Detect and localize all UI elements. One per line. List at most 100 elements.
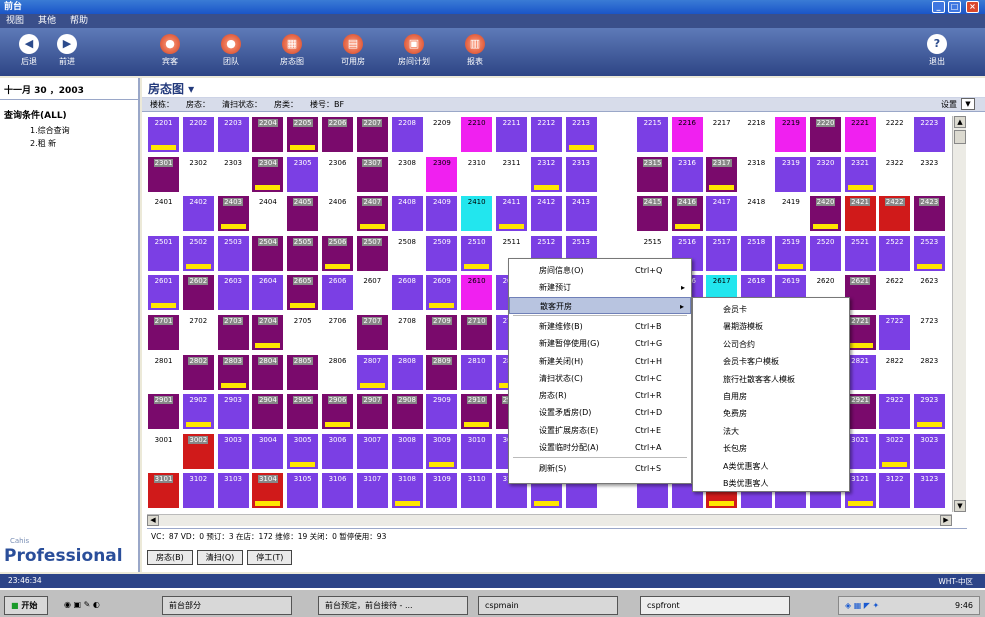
room-cell[interactable]: 2802 — [181, 353, 215, 391]
room-cell[interactable]: 2507 — [355, 234, 389, 272]
filter-room-state[interactable]: 房态： — [186, 99, 210, 110]
room-cell[interactable]: 2909 — [425, 393, 459, 431]
room-cell[interactable]: 2804 — [251, 353, 285, 391]
room-cell[interactable]: 3101 — [147, 472, 180, 510]
room-cell[interactable]: 2422 — [878, 195, 912, 233]
submenu-item[interactable]: 自用房 — [693, 388, 849, 405]
query-item[interactable]: 2.租 新 — [0, 136, 138, 149]
room-cell[interactable]: 2608 — [390, 274, 424, 312]
vertical-scrollbar[interactable]: ▲ ▼ — [952, 116, 966, 512]
room-cell[interactable]: 2704 — [251, 314, 285, 351]
room-cell[interactable]: 2318 — [739, 155, 773, 193]
room-cell[interactable]: 3007 — [355, 432, 389, 470]
room-cell[interactable]: 2805 — [286, 353, 320, 391]
toolbar-back-button[interactable]: ◀ 后退 — [12, 34, 46, 67]
room-cell[interactable]: 2910 — [460, 393, 494, 431]
room-cell[interactable]: 2806 — [321, 353, 354, 391]
toolbar-exit-button[interactable]: ? 退出 — [920, 34, 954, 67]
room-cell[interactable]: 3102 — [181, 472, 215, 510]
room-cell[interactable]: 2502 — [181, 234, 215, 272]
submenu-item[interactable]: 会员卡客户模板 — [693, 353, 849, 370]
room-cell[interactable]: 2923 — [912, 393, 946, 431]
room-cell[interactable]: 3109 — [425, 472, 459, 510]
room-cell[interactable]: 2809 — [425, 353, 459, 391]
menu-view[interactable]: 视图 — [6, 14, 24, 28]
room-cell[interactable]: 2602 — [181, 274, 215, 312]
room-cell[interactable]: 2303 — [216, 155, 250, 193]
view-title[interactable]: 房态图 ▾ — [142, 78, 985, 98]
task-cspmain[interactable]: cspmain — [478, 596, 618, 615]
room-cell[interactable]: 2208 — [390, 116, 424, 153]
room-cell[interactable]: 2217 — [705, 116, 739, 153]
room-cell[interactable]: 2506 — [321, 234, 354, 272]
room-cell[interactable]: 2503 — [216, 234, 250, 272]
room-cell[interactable]: 3110 — [460, 472, 494, 510]
room-cell[interactable]: 2404 — [251, 195, 285, 233]
room-cell[interactable]: 2902 — [181, 393, 215, 431]
room-cell[interactable]: 2415 — [636, 195, 669, 233]
submenu-item[interactable]: 公司合约 — [693, 336, 849, 353]
room-cell[interactable]: 2211 — [495, 116, 528, 153]
settings-dropdown-icon[interactable]: ▼ — [961, 98, 975, 110]
room-cell[interactable]: 2810 — [460, 353, 494, 391]
scroll-right-icon[interactable]: ▶ — [940, 515, 952, 526]
context-menu-item[interactable]: 新建预订 ▸ — [509, 279, 691, 296]
room-cell[interactable]: 2908 — [390, 393, 424, 431]
horizontal-scrollbar[interactable]: ◀ ▶ — [147, 514, 952, 526]
room-cell[interactable]: 2402 — [181, 195, 215, 233]
scroll-left-icon[interactable]: ◀ — [147, 515, 159, 526]
minimize-button[interactable]: _ — [932, 1, 945, 13]
room-cell[interactable]: 2520 — [809, 234, 842, 272]
start-button[interactable]: ■ 开始 — [4, 596, 48, 615]
room-cell[interactable]: 2823 — [912, 353, 946, 391]
room-cell[interactable]: 3107 — [355, 472, 389, 510]
context-menu-item[interactable]: 刷新(S) Ctrl+S — [509, 460, 691, 477]
room-cell[interactable]: 2406 — [321, 195, 354, 233]
toolbar-group-button[interactable]: ● 团队 — [214, 34, 248, 67]
room-cell[interactable]: 2219 — [774, 116, 808, 153]
room-cell[interactable]: 2411 — [495, 195, 528, 233]
room-cell[interactable]: 2604 — [251, 274, 285, 312]
room-cell[interactable]: 2409 — [425, 195, 459, 233]
room-cell[interactable]: 2216 — [670, 116, 704, 153]
filter-clean-state[interactable]: 清扫状态： — [222, 99, 262, 110]
room-cell[interactable]: 2703 — [216, 314, 250, 351]
scroll-down-icon[interactable]: ▼ — [954, 500, 966, 512]
room-cell[interactable]: 2206 — [321, 116, 354, 153]
menu-other[interactable]: 其他 — [38, 14, 56, 28]
room-cell[interactable]: 2603 — [216, 274, 250, 312]
settings-label[interactable]: 设置 — [941, 99, 957, 110]
context-menu-item[interactable]: 新建关闭(H) Ctrl+H — [509, 353, 691, 370]
room-cell[interactable]: 3106 — [321, 472, 354, 510]
toolbar-room-map-button[interactable]: ▦ 房态图 — [275, 34, 309, 67]
room-cell[interactable]: 2504 — [251, 234, 285, 272]
room-cell[interactable]: 3003 — [216, 432, 250, 470]
room-cell[interactable]: 3005 — [286, 432, 320, 470]
context-menu-item[interactable]: 清扫状态(C) Ctrl+C — [509, 370, 691, 387]
room-cell[interactable]: 2221 — [843, 116, 877, 153]
room-cell[interactable]: 2709 — [425, 314, 459, 351]
context-menu-item[interactable]: 设置扩展房态(E) Ctrl+E — [509, 422, 691, 439]
room-cell[interactable]: 2807 — [355, 353, 389, 391]
room-cell[interactable]: 2606 — [321, 274, 354, 312]
task-reservation[interactable]: 前台预定，前台接待 - ... — [318, 596, 468, 615]
room-cell[interactable]: 2706 — [321, 314, 354, 351]
scroll-up-icon[interactable]: ▲ — [954, 116, 966, 128]
submenu-item[interactable]: A类优惠客人 — [693, 458, 849, 475]
room-cell[interactable]: 2610 — [460, 274, 494, 312]
room-cell[interactable]: 2901 — [147, 393, 180, 431]
room-cell[interactable]: 2306 — [321, 155, 354, 193]
room-cell[interactable]: 2505 — [286, 234, 320, 272]
room-cell[interactable]: 3103 — [216, 472, 250, 510]
room-cell[interactable]: 2304 — [251, 155, 285, 193]
room-cell[interactable]: 2413 — [564, 195, 598, 233]
context-menu-item[interactable]: 散客开房 ▸ — [509, 296, 691, 314]
room-cell[interactable]: 3105 — [286, 472, 320, 510]
room-cell[interactable]: 2623 — [912, 274, 946, 312]
room-cell[interactable]: 3002 — [181, 432, 215, 470]
room-cell[interactable]: 3023 — [912, 432, 946, 470]
room-cell[interactable]: 2220 — [809, 116, 842, 153]
room-cell[interactable]: 2321 — [843, 155, 877, 193]
submenu-item[interactable]: 暑期游模板 — [693, 318, 849, 335]
room-cell[interactable]: 2822 — [878, 353, 912, 391]
